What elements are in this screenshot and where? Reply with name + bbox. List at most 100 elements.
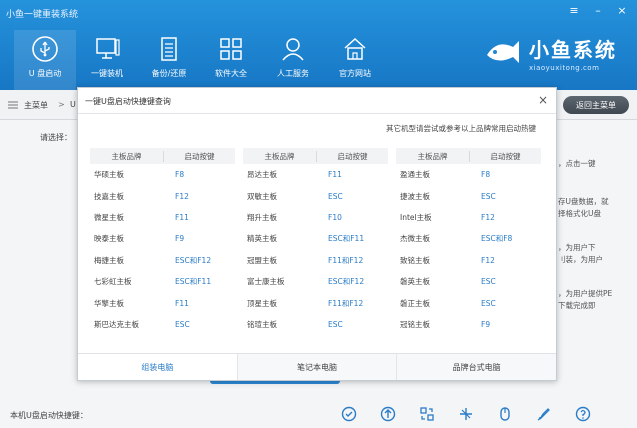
monitor-icon [96, 38, 120, 59]
brand-cell: 映泰主板 [94, 234, 124, 244]
table-row: 冠铭主板 F9 [396, 314, 541, 335]
close-icon[interactable]: × [615, 4, 629, 17]
header-key: 启动按键 [163, 150, 235, 162]
list-menu-icon [8, 101, 18, 109]
minimize-icon[interactable]: – [591, 4, 605, 17]
table-row: 双敏主板 ESC [243, 185, 388, 206]
table-row: 铭瑄主板 ESC [243, 314, 388, 335]
nav-label-official-site: 官方网站 [339, 69, 371, 78]
brand-cell: 铭瑄主板 [247, 319, 277, 329]
brand-cell: 双敏主板 [247, 191, 277, 201]
tab-laptop[interactable]: 笔记本电脑 [236, 354, 397, 380]
hotkey-table: 主板品牌 启动按键 华硕主板 F8 技嘉主板 F12 微星主板 F11 映泰主板 F9 … [90, 148, 541, 335]
brand-url: xiaoyuxitong.com [529, 64, 600, 72]
table-row: 七彩虹主板 ESC和F11 [90, 271, 235, 292]
nav-label-one-click-install: 一键装机 [91, 69, 123, 78]
header-key: 启动按键 [316, 150, 388, 162]
mouse-icon[interactable] [496, 405, 514, 423]
dialog-title: 一键U盘启动快捷键查询 [85, 97, 171, 106]
table-row: 梅捷主板 ESC和F12 [90, 250, 235, 271]
brand-cell: 冠盟主板 [247, 255, 277, 265]
dialog-close-icon[interactable]: × [538, 93, 548, 107]
boot-hotkey-dialog: 一键U盘启动快捷键查询 × 其它机型请尝试或参考以上品牌常用启动热键 主板品牌 … [77, 87, 557, 381]
help-icon[interactable] [574, 405, 592, 423]
key-cell: ESC和F11 [328, 234, 365, 244]
brand-name: 小鱼系统 [529, 38, 617, 62]
key-cell: ESC [328, 191, 343, 201]
key-cell: F12 [175, 191, 189, 201]
table-row: 精英主板 ESC和F11 [243, 228, 388, 249]
key-cell: F11和F12 [328, 255, 364, 265]
breadcrumb-main-menu[interactable]: 主菜单 [24, 100, 48, 111]
tab-brand-desktop[interactable]: 品牌台式电脑 [396, 354, 556, 380]
table-row: 致铭主板 F12 [396, 250, 541, 271]
brand-cell: 盈通主板 [400, 170, 430, 180]
document-icon [161, 37, 177, 61]
grid-apps-icon [220, 38, 242, 60]
table-row: 顶星主板 F11和F12 [243, 292, 388, 313]
side-hint-line: ，为用户下 [558, 243, 596, 252]
brush-icon[interactable] [535, 405, 553, 423]
key-cell: ESC [481, 277, 496, 287]
table-row: 技嘉主板 F12 [90, 185, 235, 206]
fish-logo-icon [487, 41, 519, 63]
nav-item-usb-boot[interactable]: U 盘启动 [14, 30, 76, 90]
key-cell: F12 [481, 212, 495, 222]
table-row: 微星主板 F11 [90, 207, 235, 228]
check-circle-icon[interactable] [340, 405, 358, 423]
key-cell: F12 [481, 255, 495, 265]
menu-icon[interactable]: ≡ [567, 4, 581, 17]
bottom-toolbar [340, 405, 592, 423]
header-key: 启动按键 [469, 150, 541, 162]
key-cell: ESC [175, 319, 190, 329]
table-row: 杰微主板 ESC和F8 [396, 228, 541, 249]
brand-cell: 昂达主板 [247, 170, 277, 180]
table-row: 捷波主板 ESC [396, 185, 541, 206]
brand-cell: 顶星主板 [247, 298, 277, 308]
side-hint-line: ，点击一键 [558, 159, 596, 168]
nav-label-backup-restore: 备份/还原 [151, 69, 187, 78]
breadcrumb-separator: > [58, 100, 65, 109]
key-cell: F8 [481, 170, 491, 180]
nav-item-one-click-install[interactable]: 一键装机 [76, 30, 138, 90]
key-cell: F9 [481, 319, 491, 329]
mode-switch-icon[interactable] [457, 405, 475, 423]
nav-label-usb-boot: U 盘启动 [28, 69, 62, 78]
brand-cell: 致铭主板 [400, 255, 430, 265]
side-hint-line: 下载完成即 [558, 301, 596, 310]
key-cell: F11 [175, 212, 189, 222]
upload-arrow-icon[interactable] [379, 405, 397, 423]
brand-cell: 梅捷主板 [94, 255, 124, 265]
nav-label-manual-service: 人工服务 [277, 69, 309, 78]
window-controls: ≡ – × [567, 4, 629, 17]
convert-icon[interactable] [418, 405, 436, 423]
brand-cell: 技嘉主板 [94, 191, 124, 201]
back-to-main-button[interactable]: 返回主菜单 [563, 96, 629, 114]
main-nav: U 盘启动 一键装机 备份/还原 软件大全 人工服务 官方网站 [14, 30, 386, 90]
key-cell: F11和F12 [328, 298, 364, 308]
key-cell: ESC和F12 [328, 277, 365, 287]
key-cell: ESC和F11 [175, 277, 212, 287]
tab-desktop-assembled[interactable]: 组装电脑 [78, 354, 237, 380]
column-header: 主板品牌 启动按键 [90, 148, 235, 164]
table-row: 富士康主板 ESC和F12 [243, 271, 388, 292]
nav-item-manual-service[interactable]: 人工服务 [262, 30, 324, 90]
nav-item-software[interactable]: 软件大全 [200, 30, 262, 90]
key-cell: ESC [481, 298, 496, 308]
nav-item-backup-restore[interactable]: 备份/还原 [138, 30, 200, 90]
brand-cell: 华擎主板 [94, 298, 124, 308]
brand-cell: 微星主板 [94, 212, 124, 222]
side-hint-line: 择格式化U盘 [558, 209, 601, 218]
table-row: Intel主板 F12 [396, 207, 541, 228]
key-cell: ESC [328, 319, 343, 329]
dialog-header: 一键U盘启动快捷键查询 × [78, 88, 556, 114]
key-cell: ESC和F8 [481, 234, 513, 244]
brand-cell: 精英主板 [247, 234, 277, 244]
brand-cell: 翔升主板 [247, 212, 277, 222]
nav-item-official-site[interactable]: 官方网站 [324, 30, 386, 90]
key-cell: ESC [481, 191, 496, 201]
person-service-icon [282, 38, 304, 61]
nav-label-software: 软件大全 [215, 69, 247, 78]
key-cell: F11 [328, 170, 342, 180]
table-row: 翔升主板 F10 [243, 207, 388, 228]
